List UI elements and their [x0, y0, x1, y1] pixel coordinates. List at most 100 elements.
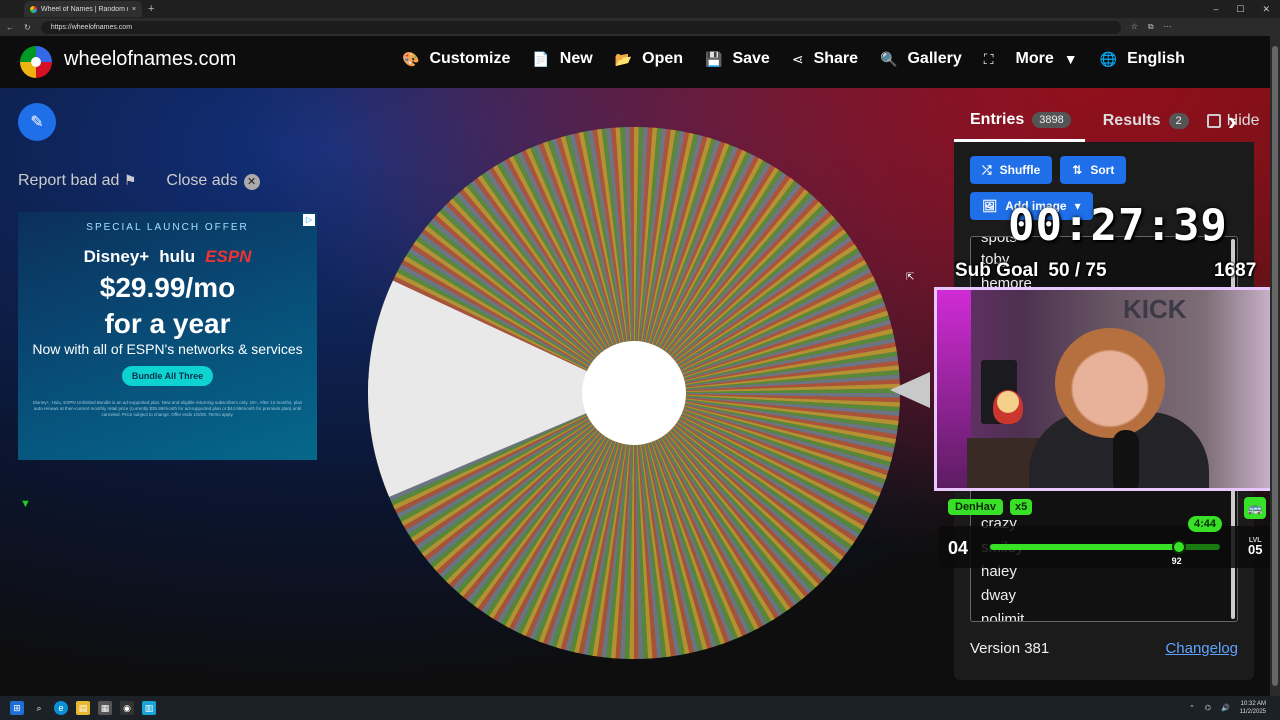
- ad-offer: SPECIAL LAUNCH OFFER: [86, 222, 249, 233]
- filter-icon[interactable]: ▼: [20, 498, 31, 510]
- shuffle-icon: ⤮: [982, 162, 992, 177]
- reload-icon[interactable]: ↻: [24, 23, 31, 32]
- start-icon[interactable]: ⊞: [10, 701, 24, 715]
- maximize-icon[interactable]: ☐: [1236, 4, 1244, 15]
- clock-time: 10:32 AM: [1240, 701, 1266, 707]
- address-bar-row: ← ↻ https://wheelofnames.com ☆ ⧉ ⋯: [0, 18, 1280, 36]
- clock-date: 11/2/2025: [1239, 709, 1266, 715]
- nav-label: English: [1127, 50, 1185, 67]
- nav-customize[interactable]: 🎨 Customize: [402, 50, 510, 68]
- nav-more[interactable]: More ▼: [1016, 50, 1078, 68]
- chatter-tag: DenHav: [948, 499, 1003, 515]
- close-circle-icon: ✕: [243, 174, 260, 190]
- ad-banner[interactable]: ▷ SPECIAL LAUNCH OFFER Disney+ hulu ESPN…: [18, 212, 317, 460]
- tab-results-label: Results: [1102, 112, 1161, 129]
- star-icon[interactable]: ☆: [1131, 22, 1138, 32]
- entry-line: nolimit: [981, 611, 1025, 622]
- ad-price: $29.99/mo: [99, 272, 236, 303]
- new-tab-button[interactable]: +: [148, 3, 154, 15]
- notepad-icon[interactable]: ▥: [142, 701, 156, 715]
- search-icon[interactable]: ⌕: [32, 701, 46, 715]
- obs-icon[interactable]: ◉: [120, 701, 134, 715]
- nav-label: New: [559, 50, 593, 67]
- ad-brand-hulu: hulu: [159, 247, 196, 266]
- nav-label: Share: [813, 50, 859, 67]
- edge-icon[interactable]: e: [54, 701, 68, 715]
- xp-fill: [990, 544, 1179, 550]
- url-field[interactable]: https://wheelofnames.com: [40, 20, 1121, 34]
- save-icon: 💾: [705, 50, 723, 67]
- page-scrollbar[interactable]: [1270, 36, 1280, 696]
- ad-controls: Report bad ad ⚑ Close ads ✕: [18, 172, 260, 190]
- caret-down-icon: ▼: [1063, 51, 1078, 67]
- shuffle-button[interactable]: ⤮ Shuffle: [970, 156, 1053, 184]
- ad-brand-disney: Disney+: [83, 247, 150, 266]
- version-text: Version 381: [970, 640, 1050, 657]
- collapse-panel-icon[interactable]: ›: [1228, 106, 1237, 137]
- results-count-badge: 2: [1168, 113, 1189, 129]
- site-header: wheelofnames.com 🎨 Customize 📄 New 📂 Open 💾…: [0, 36, 1270, 88]
- menu-icon[interactable]: ⋯: [1164, 22, 1172, 32]
- wheel-hub[interactable]: [582, 341, 686, 445]
- minimize-icon[interactable]: –: [1213, 4, 1218, 15]
- shuffle-label: Shuffle: [999, 163, 1041, 177]
- nav-open[interactable]: 📂 Open: [615, 50, 683, 68]
- back-icon[interactable]: ←: [6, 23, 14, 32]
- tab-entries-label: Entries: [970, 110, 1025, 128]
- spin-wheel[interactable]: [364, 123, 904, 663]
- close-window-icon[interactable]: ✕: [1262, 4, 1270, 15]
- edit-pencil-button[interactable]: ✎: [18, 103, 56, 141]
- taskbar-clock[interactable]: 10:32 AM 11/2/2025: [1240, 700, 1266, 716]
- xp-knob: [1171, 540, 1186, 554]
- flag-icon: ⚑: [123, 172, 137, 188]
- nav-new[interactable]: 📄 New: [532, 50, 592, 68]
- bus-icon: 🚌: [1244, 497, 1266, 519]
- ad-logos: Disney+ hulu ESPN: [18, 247, 317, 267]
- extensions-icon[interactable]: ⧉: [1148, 22, 1154, 32]
- palette-icon: 🎨: [402, 50, 420, 67]
- entry-line: dway: [981, 587, 1017, 604]
- xp-track: 92: [990, 540, 1220, 566]
- tab-entries[interactable]: Entries 3898: [954, 101, 1085, 142]
- wheel-logo-icon[interactable]: [20, 46, 52, 78]
- sub-goal: Sub Goal 50 / 75: [955, 260, 1107, 282]
- entries-count-badge: 3898: [1032, 111, 1071, 128]
- hide-checkbox[interactable]: [1206, 114, 1221, 128]
- tab-results[interactable]: Results 2: [1103, 112, 1189, 130]
- browser-tab[interactable]: Wheel of Names | Random name ×: [24, 1, 142, 17]
- nav-fullscreen[interactable]: ⛶: [984, 50, 994, 68]
- volume-icon[interactable]: 🔊: [1221, 704, 1230, 712]
- nav-save[interactable]: 💾 Save: [705, 50, 770, 68]
- multiplier-badge: x5: [1010, 499, 1033, 515]
- close-ads-link[interactable]: Close ads ✕: [166, 172, 260, 190]
- file-icon: 📄: [532, 50, 550, 67]
- ad-subtitle: Now with all of ESPN's networks & servic…: [32, 341, 303, 357]
- tray-chevron-icon[interactable]: ⌃: [1189, 704, 1195, 712]
- app-icon[interactable]: ▦: [98, 701, 112, 715]
- nav-label: Gallery: [907, 50, 962, 67]
- report-ad-link[interactable]: Report bad ad ⚑: [18, 172, 136, 190]
- sort-label: Sort: [1090, 163, 1115, 177]
- network-icon[interactable]: ⌬: [1205, 704, 1211, 712]
- image-icon: 🖼: [982, 199, 998, 213]
- explorer-icon[interactable]: ▤: [76, 701, 90, 715]
- windows-taskbar: ⊞ ⌕ e ▤ ▦ ◉ ▥ ⌃ ⌬ 🔊 10:32 AM 11/2/2025: [0, 696, 1280, 720]
- wheel-favicon-icon: [30, 5, 37, 13]
- nav-gallery[interactable]: 🔍 Gallery: [880, 50, 962, 68]
- changelog-link[interactable]: Changelog: [1165, 640, 1238, 657]
- adchoices-icon[interactable]: ▷: [303, 214, 315, 226]
- close-tab-icon[interactable]: ×: [132, 6, 136, 13]
- nav-label: Save: [732, 50, 770, 67]
- brand-name[interactable]: wheelofnames.com: [64, 48, 236, 71]
- sort-button[interactable]: ⇅ Sort: [1060, 156, 1127, 184]
- sub-count: 1687: [1214, 260, 1257, 281]
- ad-cta-button[interactable]: Bundle All Three: [121, 366, 214, 386]
- main-nav: 🎨 Customize 📄 New 📂 Open 💾 Save ⋖ Share 🔍 Gall…: [402, 50, 1185, 68]
- nav-share[interactable]: ⋖ Share: [792, 50, 858, 68]
- panel-tabs: Entries 3898 Results 2 Hide: [954, 100, 1260, 142]
- nav-label: Open: [642, 50, 684, 67]
- search-icon: 🔍: [880, 50, 898, 67]
- report-ad-label: Report bad ad: [18, 172, 120, 189]
- nav-language[interactable]: 🌐 English: [1100, 50, 1185, 68]
- sub-goal-value: 50 / 75: [1048, 260, 1107, 281]
